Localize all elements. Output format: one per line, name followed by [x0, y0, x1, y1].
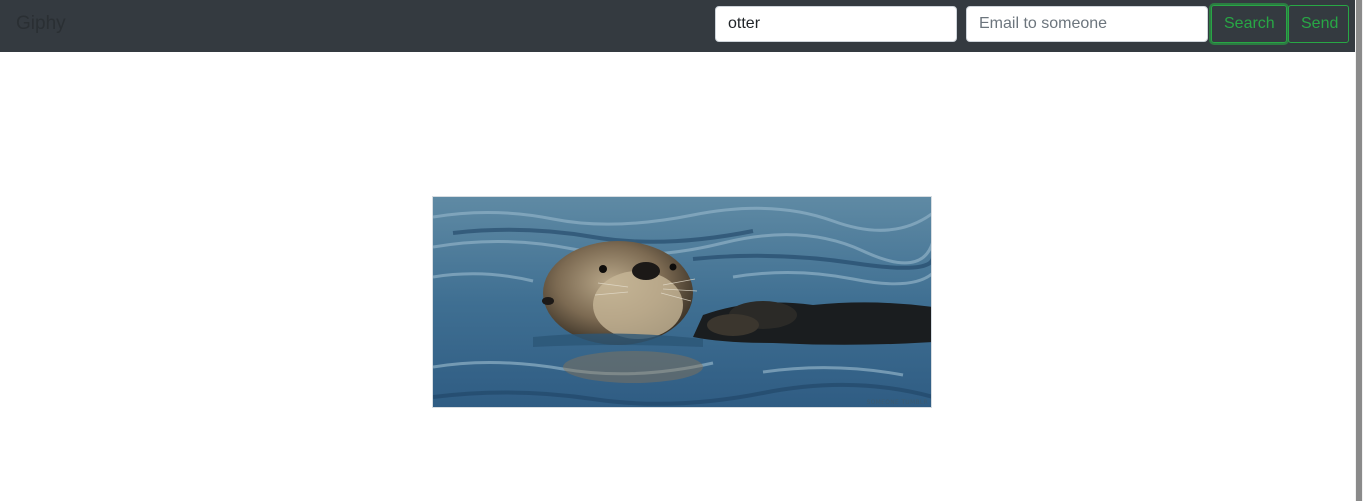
otter-gif-graphic: [433, 197, 931, 407]
gif-image[interactable]: SOMEONE TUMBLR: [432, 196, 932, 408]
search-input[interactable]: [715, 6, 957, 42]
brand-logo[interactable]: Giphy: [16, 13, 66, 35]
top-navbar: Giphy Search Send: [0, 0, 1355, 52]
email-input[interactable]: [966, 6, 1208, 42]
send-button[interactable]: Send: [1288, 5, 1349, 43]
vertical-scrollbar[interactable]: [1355, 0, 1363, 501]
gif-watermark: SOMEONE TUMBLR: [866, 399, 928, 406]
search-button[interactable]: Search: [1211, 5, 1287, 43]
search-form: Search Send: [715, 5, 1349, 43]
scrollbar-thumb[interactable]: [1356, 0, 1362, 501]
